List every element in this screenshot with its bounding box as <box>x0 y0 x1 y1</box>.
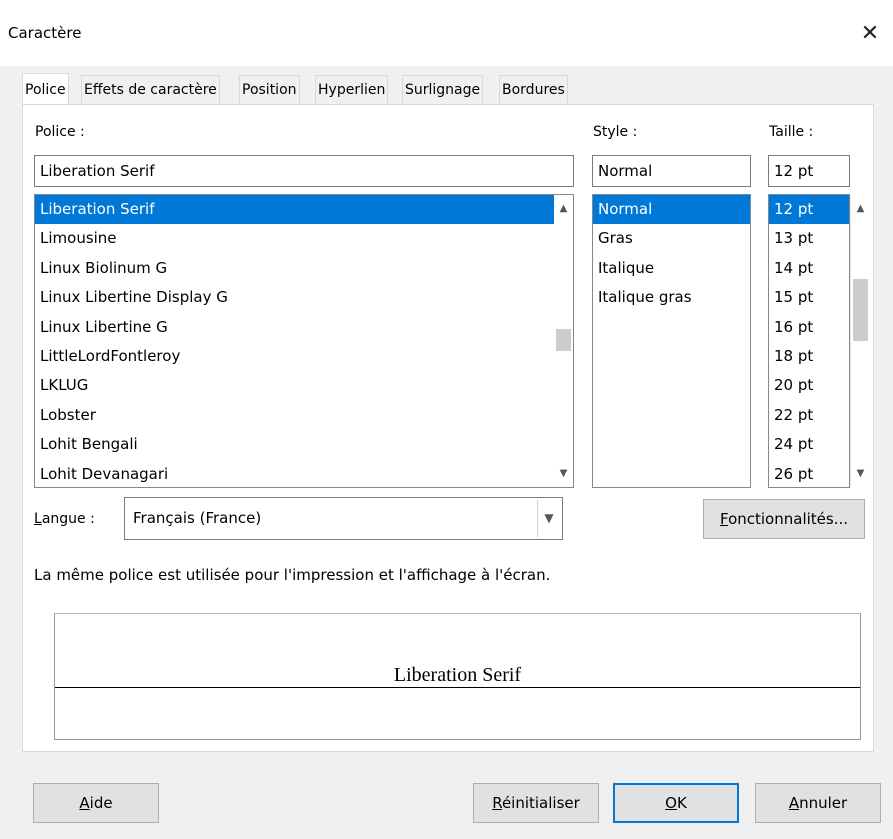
font-info-text: La même police est utilisée pour l'impre… <box>34 566 551 584</box>
help-button[interactable]: Aide <box>33 783 159 823</box>
size-list-scrollbar[interactable]: ▲ ▼ <box>850 195 870 487</box>
list-item[interactable]: Linux Libertine Display G <box>35 283 554 312</box>
list-item[interactable]: 18 pt <box>769 342 849 371</box>
tab-surlignage[interactable]: Surlignage <box>402 75 484 104</box>
font-name-input[interactable]: Liberation Serif <box>34 155 574 187</box>
preview-baseline <box>55 687 860 688</box>
chevron-up-icon[interactable]: ▲ <box>851 199 870 218</box>
font-list-scrollbar[interactable]: ▲ ▼ <box>554 195 573 487</box>
style-input[interactable]: Normal <box>592 155 751 187</box>
list-item[interactable]: LKLUG <box>35 371 554 400</box>
list-item[interactable]: 16 pt <box>769 313 849 342</box>
tab-bordures[interactable]: Bordures <box>499 75 568 104</box>
list-item[interactable]: 26 pt <box>769 460 849 487</box>
size-label: Taille : <box>769 124 814 140</box>
language-value: Français (France) <box>133 509 262 527</box>
list-item[interactable]: Lobster <box>35 401 554 430</box>
window-title: Caractère <box>8 24 82 42</box>
chevron-down-icon[interactable]: ▼ <box>851 464 870 483</box>
preview-text: Liberation Serif <box>391 664 524 686</box>
list-item[interactable]: Italique gras <box>593 283 750 312</box>
list-item[interactable]: Italique <box>593 254 750 283</box>
preview-text-row: Liberation Serif <box>55 664 860 687</box>
close-icon[interactable]: ✕ <box>847 14 893 54</box>
reset-button[interactable]: Réinitialiser <box>473 783 599 823</box>
list-item[interactable]: LittleLordFontleroy <box>35 342 554 371</box>
style-label: Style : <box>593 124 638 140</box>
font-label: Police : <box>35 124 85 140</box>
list-item[interactable]: Normal <box>593 195 750 225</box>
list-item[interactable]: Lohit Bengali <box>35 430 554 459</box>
list-item[interactable]: 13 pt <box>769 224 849 253</box>
title-bar: Caractère ✕ <box>0 0 893 66</box>
list-item[interactable]: 22 pt <box>769 401 849 430</box>
language-label: Langue : <box>34 511 95 527</box>
features-button[interactable]: Fonctionnalités... <box>703 499 865 539</box>
scroll-thumb[interactable] <box>853 279 868 341</box>
ok-button[interactable]: OK <box>613 783 739 823</box>
list-item[interactable]: Limousine <box>35 224 554 253</box>
chevron-up-icon[interactable]: ▲ <box>554 199 573 218</box>
size-list[interactable]: 12 pt 13 pt 14 pt 15 pt 16 pt 18 pt 20 p… <box>768 194 850 488</box>
font-preview: Liberation Serif <box>54 613 861 740</box>
list-item[interactable]: Linux Biolinum G <box>35 254 554 283</box>
chevron-down-icon[interactable]: ▼ <box>537 500 560 537</box>
list-item[interactable]: Linux Libertine G <box>35 313 554 342</box>
tab-effets-de-caractere[interactable]: Effets de caractère <box>81 75 220 104</box>
size-input[interactable]: 12 pt <box>768 155 850 187</box>
cancel-button[interactable]: Annuler <box>755 783 881 823</box>
tab-position[interactable]: Position <box>239 75 300 104</box>
list-item[interactable]: 20 pt <box>769 371 849 400</box>
language-select[interactable]: Français (France) ▼ <box>124 497 563 540</box>
list-item[interactable]: 24 pt <box>769 430 849 459</box>
list-item[interactable]: 15 pt <box>769 283 849 312</box>
style-list[interactable]: Normal Gras Italique Italique gras <box>592 194 751 488</box>
list-item[interactable]: Liberation Serif <box>35 195 554 225</box>
tab-police[interactable]: Police <box>22 73 69 104</box>
list-item[interactable]: Gras <box>593 224 750 253</box>
tab-hyperlien[interactable]: Hyperlien <box>315 75 389 104</box>
chevron-down-icon[interactable]: ▼ <box>554 464 573 483</box>
font-list[interactable]: Liberation Serif Limousine Linux Biolinu… <box>34 194 574 488</box>
list-item[interactable]: Lohit Devanagari <box>35 460 554 487</box>
list-item[interactable]: 12 pt <box>769 195 849 225</box>
scroll-thumb[interactable] <box>556 329 571 351</box>
list-item[interactable]: 14 pt <box>769 254 849 283</box>
